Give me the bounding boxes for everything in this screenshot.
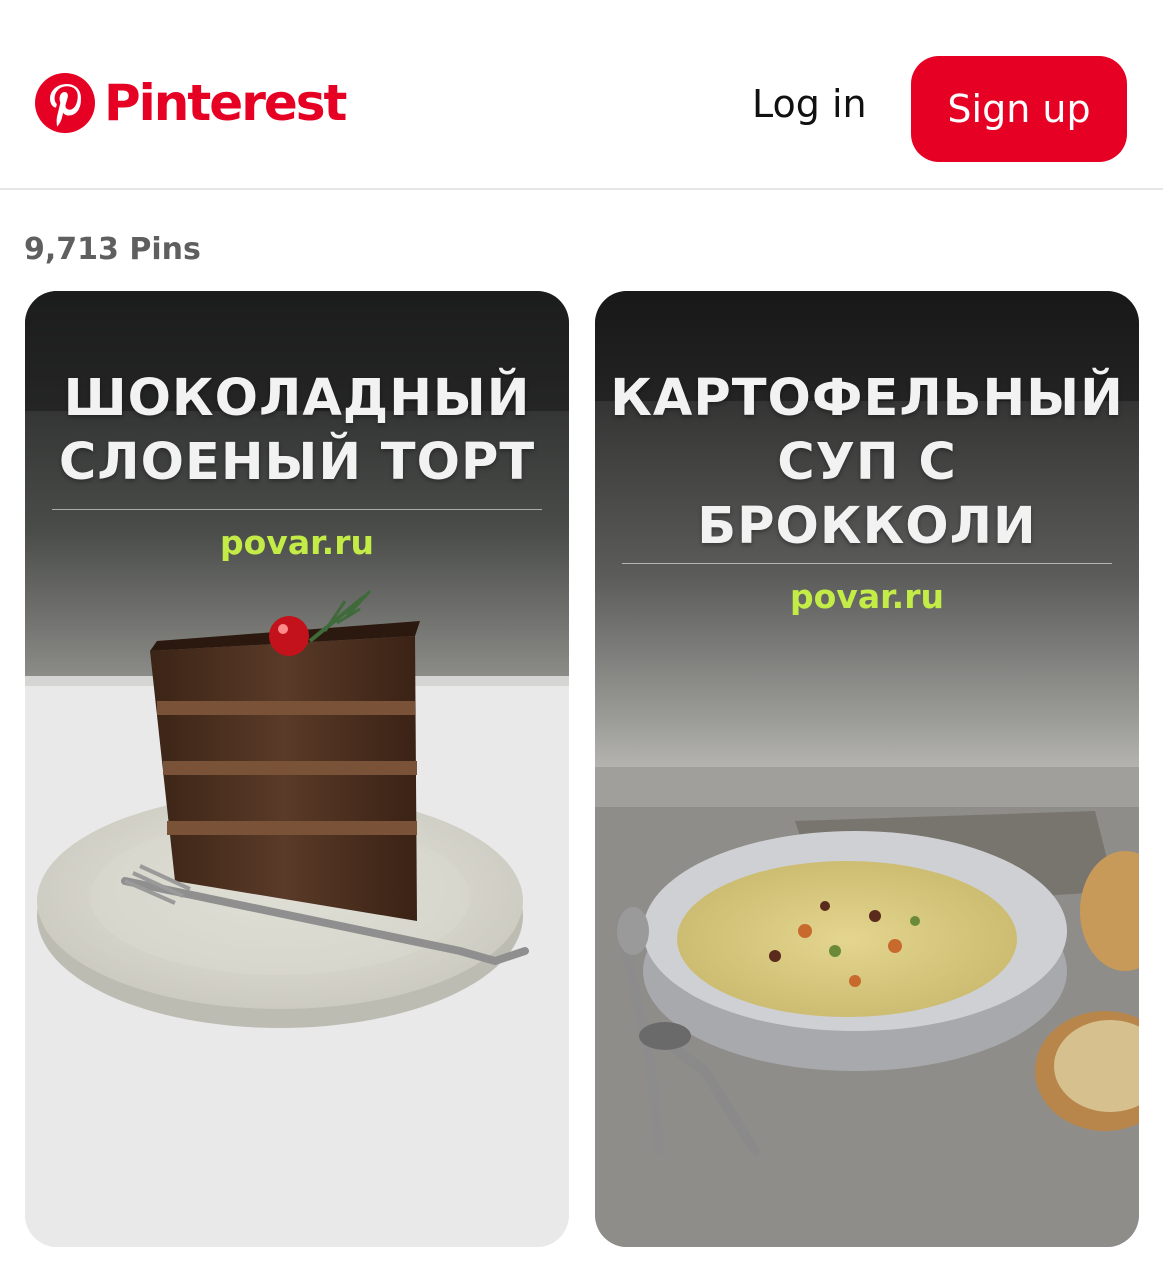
pin-source: povar.ru — [220, 523, 374, 562]
pinterest-icon — [35, 73, 95, 133]
pin-title-line: СУП С — [777, 433, 957, 492]
pin-title-line: КАРТОФЕЛЬНЫЙ — [610, 369, 1124, 428]
pin-title: КАРТОФЕЛЬНЫЙ СУП С БРОККОЛИ — [595, 367, 1139, 559]
pin-title-line: БРОККОЛИ — [697, 497, 1037, 556]
pinterest-logo[interactable]: Pinterest — [34, 72, 347, 134]
signup-button[interactable]: Sign up — [911, 56, 1127, 162]
top-bar: Pinterest Log in Sign up — [0, 0, 1163, 190]
title-divider — [622, 563, 1112, 564]
login-button[interactable]: Log in — [752, 82, 867, 126]
title-divider — [52, 509, 542, 510]
pin-card-chocolate-cake[interactable]: ШОКОЛАДНЫЙ СЛОЕНЫЙ ТОРТ povar.ru — [25, 291, 569, 1247]
brand-name: Pinterest — [104, 74, 347, 132]
pins-count: 9,713 Pins — [24, 232, 201, 267]
pin-card-broccoli-soup[interactable]: КАРТОФЕЛЬНЫЙ СУП С БРОККОЛИ povar.ru — [595, 291, 1139, 1247]
pin-title-line: ШОКОЛАДНЫЙ — [63, 369, 531, 428]
pin-title-line: СЛОЕНЫЙ ТОРТ — [58, 433, 536, 492]
pin-title: ШОКОЛАДНЫЙ СЛОЕНЫЙ ТОРТ — [25, 367, 569, 495]
pin-source: povar.ru — [790, 577, 944, 616]
